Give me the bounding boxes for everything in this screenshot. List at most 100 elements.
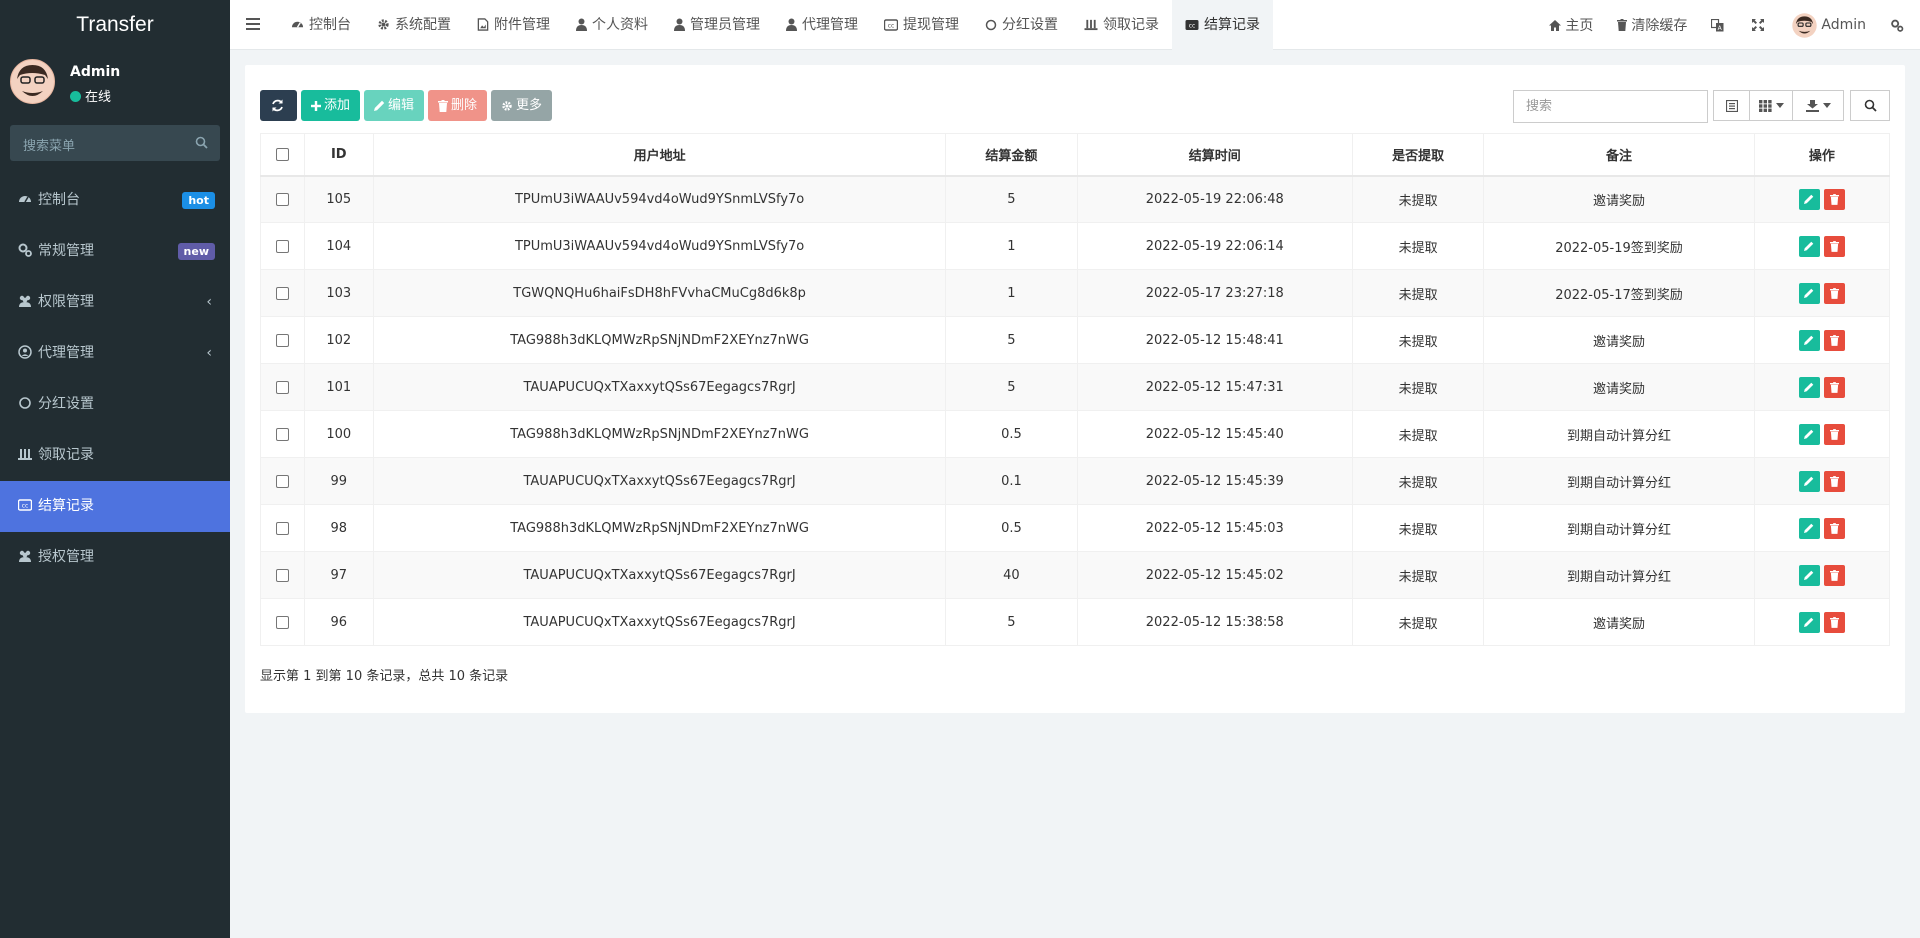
row-edit-button[interactable]	[1798, 282, 1820, 304]
row-checkbox[interactable]	[275, 474, 289, 488]
column-header-remark[interactable]: 备注	[1483, 133, 1755, 177]
tab-agent-management[interactable]: 代理管理	[773, 0, 871, 50]
tab-profile[interactable]: 个人资料	[563, 0, 661, 50]
table-row[interactable]: 102 TAG988h3dKLQMWzRpSNjNDmF2XEYnz7nWG 5…	[260, 316, 1891, 364]
cell-amount: 0.1	[945, 457, 1078, 505]
row-delete-button[interactable]	[1823, 376, 1845, 398]
row-edit-button[interactable]	[1798, 376, 1820, 398]
app-logo[interactable]: Transfer	[0, 0, 230, 50]
sidebar-item-claims[interactable]: 领取记录	[0, 430, 230, 481]
tab-claim-records[interactable]: 领取记录	[1071, 0, 1172, 50]
row-delete-button[interactable]	[1823, 470, 1845, 492]
menu-toggle-icon[interactable]	[246, 18, 260, 30]
tab-system-config[interactable]: 系统配置	[364, 0, 464, 50]
edit-button[interactable]: 编辑	[364, 90, 425, 121]
table-row[interactable]: 101 TAUAPUCUQxTXaxxytQSs67Eegagcs7RgrJ 5…	[260, 363, 1891, 411]
table-row[interactable]: 104 TPUmU3iWAAUv594vd4oWud9YSnmLVSfy7o 1…	[260, 222, 1891, 270]
row-edit-button[interactable]	[1798, 611, 1820, 633]
cell-time: 2022-05-12 15:45:39	[1076, 457, 1354, 505]
refresh-button[interactable]	[260, 90, 297, 121]
table-row[interactable]: 97 TAUAPUCUQxTXaxxytQSs67Eegagcs7RgrJ 40…	[260, 551, 1891, 599]
row-edit-button[interactable]	[1798, 235, 1820, 257]
columns-dropdown-button[interactable]	[1749, 90, 1793, 121]
dashboard-icon	[19, 196, 31, 203]
row-checkbox[interactable]	[275, 239, 289, 253]
column-header-withdrawn[interactable]: 是否提取	[1352, 133, 1485, 177]
row-checkbox[interactable]	[275, 427, 289, 441]
sidebar-item-permissions[interactable]: 权限管理 ‹	[0, 277, 230, 328]
clear-cache-button[interactable]: 清除缓存	[1605, 15, 1699, 35]
sidebar-search-input[interactable]: 搜索菜单	[10, 125, 220, 161]
trash-icon	[1829, 616, 1839, 628]
row-delete-button[interactable]	[1823, 188, 1845, 210]
search-icon[interactable]	[195, 136, 208, 149]
export-dropdown-button[interactable]	[1792, 90, 1844, 121]
row-edit-button[interactable]	[1798, 329, 1820, 351]
select-all-checkbox[interactable]	[275, 147, 289, 161]
toggle-view-button[interactable]	[1713, 90, 1750, 121]
pencil-icon	[1804, 335, 1814, 345]
row-delete-button[interactable]	[1823, 235, 1845, 257]
home-link[interactable]: 主页	[1537, 15, 1605, 35]
add-button[interactable]: 添加	[301, 90, 361, 121]
row-checkbox[interactable]	[275, 568, 289, 582]
row-checkbox[interactable]	[275, 333, 289, 347]
language-button[interactable]: A	[1699, 18, 1740, 32]
row-edit-button[interactable]	[1798, 423, 1820, 445]
sidebar-item-general[interactable]: 常规管理 new	[0, 226, 230, 277]
tab-dashboard[interactable]: 控制台	[278, 0, 364, 50]
row-edit-button[interactable]	[1798, 470, 1820, 492]
row-checkbox[interactable]	[275, 521, 289, 535]
tab-dividend-settings[interactable]: 分红设置	[972, 0, 1071, 50]
table-row[interactable]: 99 TAUAPUCUQxTXaxxytQSs67Eegagcs7RgrJ 0.…	[260, 457, 1891, 505]
row-delete-button[interactable]	[1823, 517, 1845, 539]
cell-actions	[1753, 457, 1891, 505]
row-checkbox[interactable]	[275, 380, 289, 394]
column-header-time[interactable]: 结算时间	[1076, 133, 1354, 177]
row-edit-button[interactable]	[1798, 188, 1820, 210]
table-row[interactable]: 100 TAG988h3dKLQMWzRpSNjNDmF2XEYnz7nWG 0…	[260, 410, 1891, 458]
trash-icon	[1829, 334, 1839, 346]
more-button[interactable]: 更多	[491, 90, 553, 121]
row-select-cell	[260, 222, 305, 270]
column-header-id[interactable]: ID	[303, 133, 374, 177]
delete-button[interactable]: 删除	[428, 90, 488, 121]
table-row[interactable]: 96 TAUAPUCUQxTXaxxytQSs67Eegagcs7RgrJ 5 …	[260, 598, 1891, 646]
row-delete-button[interactable]	[1823, 282, 1845, 304]
search-icon	[1864, 99, 1877, 112]
trash-icon	[1829, 240, 1839, 252]
column-header-address[interactable]: 用户地址	[372, 133, 947, 177]
row-edit-button[interactable]	[1798, 564, 1820, 586]
sidebar-item-dashboard[interactable]: 控制台 hot	[0, 175, 230, 226]
user-menu[interactable]: Admin	[1780, 12, 1878, 38]
sidebar-item-settlements[interactable]: cc 结算记录	[0, 481, 230, 532]
sidebar-item-dividend[interactable]: 分红设置	[0, 379, 230, 430]
cell-remark: 到期自动计算分红	[1483, 504, 1755, 552]
settings-button[interactable]	[1878, 19, 1920, 32]
row-checkbox[interactable]	[275, 192, 289, 206]
row-checkbox[interactable]	[275, 615, 289, 629]
sidebar-item-agents[interactable]: 代理管理 ‹	[0, 328, 230, 379]
row-checkbox[interactable]	[275, 286, 289, 300]
tab-withdrawals[interactable]: cc 提现管理	[871, 0, 972, 50]
tab-settlement-records[interactable]: cc 结算记录	[1172, 0, 1273, 50]
table-row[interactable]: 103 TGWQNQHu6haiFsDH8hFVvhaCMuCg8d6k8p 1…	[260, 269, 1891, 317]
new-badge: new	[177, 243, 215, 260]
search-button[interactable]	[1850, 90, 1890, 121]
row-delete-button[interactable]	[1823, 564, 1845, 586]
table-row[interactable]: 105 TPUmU3iWAAUv594vd4oWud9YSnmLVSfy7o 5…	[260, 175, 1891, 223]
row-delete-button[interactable]	[1823, 423, 1845, 445]
cell-time: 2022-05-12 15:45:02	[1076, 551, 1354, 599]
cell-id: 96	[303, 598, 374, 646]
circle-icon	[985, 19, 997, 31]
table-row[interactable]: 98 TAG988h3dKLQMWzRpSNjNDmF2XEYnz7nWG 0.…	[260, 504, 1891, 552]
tab-admin-management[interactable]: 管理员管理	[661, 0, 773, 50]
sidebar-item-authorization[interactable]: 授权管理	[0, 532, 230, 583]
tab-attachments[interactable]: 附件管理	[464, 0, 563, 50]
column-header-amount[interactable]: 结算金额	[945, 133, 1078, 177]
table-search-input[interactable]: 搜索	[1513, 90, 1708, 123]
row-delete-button[interactable]	[1823, 611, 1845, 633]
row-edit-button[interactable]	[1798, 517, 1820, 539]
fullscreen-button[interactable]	[1740, 19, 1780, 31]
row-delete-button[interactable]	[1823, 329, 1845, 351]
